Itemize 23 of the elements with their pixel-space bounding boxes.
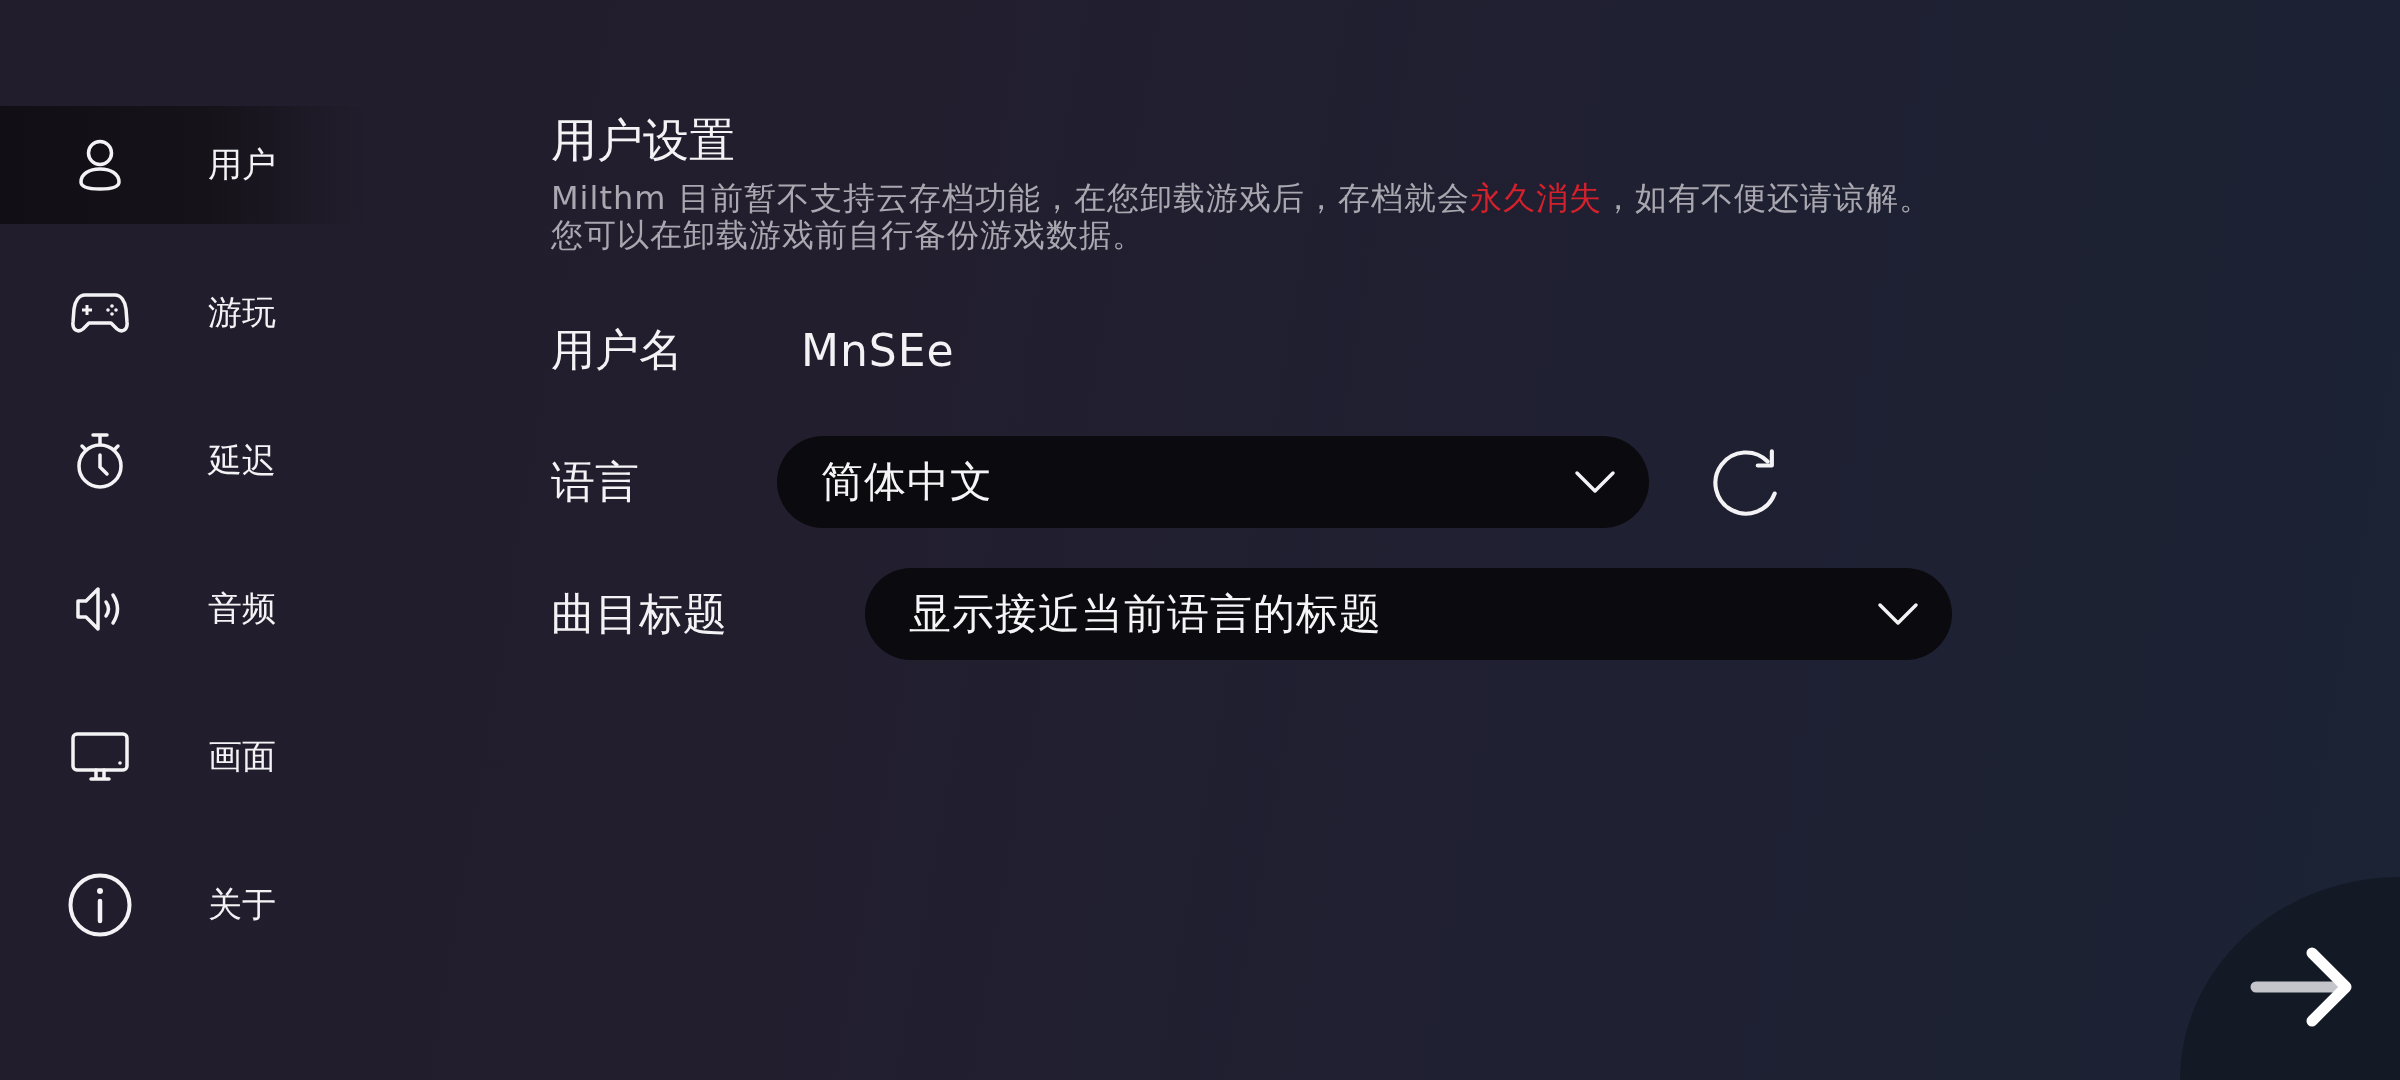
gamepad-icon bbox=[71, 292, 129, 334]
sidebar-item[interactable]: 游玩 bbox=[0, 254, 370, 372]
dropdown[interactable]: 简体中文 bbox=[777, 436, 1649, 528]
chevron-down-icon bbox=[1877, 602, 1919, 626]
setting-label: 曲目标题 bbox=[551, 586, 727, 641]
refresh-icon bbox=[1713, 448, 1779, 516]
setting-label: 语言 bbox=[551, 454, 639, 509]
sidebar-item[interactable]: 关于 bbox=[0, 846, 370, 964]
monitor-icon bbox=[71, 732, 129, 782]
sidebar-item[interactable]: 延迟 bbox=[0, 402, 370, 520]
notice-text: Milthm 目前暂不支持云存档功能，在您卸载游戏后，存档就会永久消失，如有不便还请谅解。 bbox=[551, 180, 1932, 217]
setting-label: 用户名 bbox=[551, 322, 683, 377]
chevron-down-icon bbox=[1574, 470, 1616, 494]
info-icon bbox=[68, 873, 132, 937]
user-icon bbox=[77, 139, 123, 191]
sidebar-item[interactable]: 音频 bbox=[0, 550, 370, 668]
refresh-button[interactable] bbox=[1713, 448, 1779, 516]
dropdown[interactable]: 显示接近当前语言的标题 bbox=[865, 568, 1952, 660]
stopwatch-icon bbox=[74, 432, 126, 490]
sidebar-item[interactable]: 画面 bbox=[0, 698, 370, 816]
notice-text: 您可以在卸载游戏前自行备份游戏数据。 bbox=[551, 217, 1145, 254]
username-value: MnSEe bbox=[801, 324, 955, 376]
section-title: 用户设置 bbox=[551, 112, 735, 168]
